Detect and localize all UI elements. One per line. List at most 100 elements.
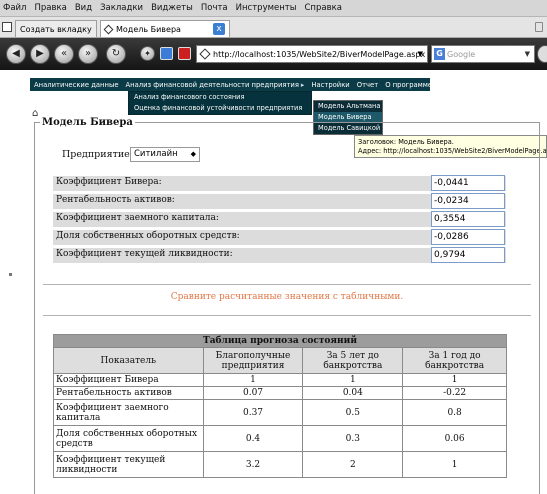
cell-1y: -0.22 [402, 386, 507, 400]
divider [43, 315, 531, 316]
bookmark-icon[interactable] [178, 47, 191, 60]
table-title: Таблица прогноза состояний [53, 334, 507, 348]
address-bar[interactable]: http://localhost:1035/WebSite2/BiverMode… [196, 45, 428, 63]
submenu-financial: Анализ финансового состояния Оценка фина… [128, 91, 312, 115]
tab-menu-icon[interactable] [2, 22, 12, 32]
coef-label: Рентабельность активов: [56, 195, 175, 205]
coef-value-input[interactable]: -0,0234 [431, 193, 505, 209]
cell-healthy: 0.4 [202, 425, 304, 452]
trash-icon[interactable] [535, 22, 543, 32]
column-header: Благополучные предприятия [202, 347, 304, 374]
coef-value-input[interactable]: -0,0441 [431, 175, 505, 191]
menu-tools[interactable]: Инструменты [236, 3, 297, 13]
compare-hint: Сравните расчитанные значения с табличны… [170, 292, 404, 302]
page-icon [103, 24, 114, 34]
coef-value-input[interactable]: -0,0286 [431, 229, 505, 245]
menu-file[interactable]: Файл [3, 3, 26, 13]
back-icon[interactable]: ◀ [6, 44, 26, 64]
forecast-table: Таблица прогноза состояний Показатель Бл… [53, 334, 507, 478]
row-name: Рентабельность активов [53, 386, 204, 400]
nav-analytics[interactable]: Аналитические данные [34, 81, 119, 89]
new-tab-button[interactable]: Создать вкладку [15, 20, 97, 37]
table-row: Коэффициент Бивера 1 1 1 [53, 373, 507, 387]
menu-help[interactable]: Справка [304, 3, 341, 13]
fast-forward-icon[interactable]: » [78, 44, 98, 64]
coef-label: Доля собственных оборотных средств: [56, 231, 240, 241]
company-value: Ситилайн [134, 149, 178, 159]
tab-biver-model[interactable]: Модель Бивера x [100, 20, 230, 37]
column-header: Показатель [53, 347, 204, 374]
home-icon[interactable]: ⌂ [32, 108, 38, 119]
reload-icon[interactable]: ↻ [106, 44, 126, 64]
divider [43, 284, 531, 285]
chevron-right-icon: ▸ [300, 80, 305, 89]
cell-1y: 0.8 [402, 399, 507, 426]
company-select[interactable]: Ситилайн ◆ [130, 147, 200, 162]
nav-settings[interactable]: Настройки [311, 81, 349, 89]
cell-5y: 0.04 [302, 386, 404, 400]
address-text: http://localhost:1035/WebSite2/BiverMode… [213, 49, 426, 59]
menu-view[interactable]: Вид [75, 3, 92, 13]
cell-5y: 2 [302, 451, 404, 478]
menu-mail[interactable]: Почта [201, 3, 228, 13]
row-name: Коэффициент Бивера [53, 373, 204, 387]
row-name: Коэффициент заемного капитала [53, 399, 204, 426]
cell-5y: 1 [302, 373, 404, 387]
menu-widgets[interactable]: Виджеты [151, 3, 193, 13]
submenu-stability[interactable]: Оценка финансовой устойчивости предприят… [129, 103, 311, 114]
coef-row-biver: Коэффициент Бивера: -0,0441 [53, 175, 506, 191]
column-header: За 1 год до банкротства [402, 347, 507, 374]
cell-5y: 0.5 [302, 399, 404, 426]
coef-row-debt: Коэффициент заемного капитала: 0,3554 [53, 211, 506, 227]
browser-menubar: Файл Правка Вид Закладки Виджеты Почта И… [0, 0, 547, 17]
table-row: Рентабельность активов 0.07 0.04 -0.22 [53, 386, 507, 400]
toolbar-extra-icon[interactable] [537, 45, 547, 63]
submenu-financial-state[interactable]: Анализ финансового состояния [129, 92, 311, 103]
table-row: Коэффициент текущей ликвидности 3.2 2 1 [53, 451, 507, 478]
search-input[interactable]: G Google ▼ [431, 45, 535, 63]
cell-healthy: 0.07 [202, 386, 304, 400]
coef-label: Коэффициент Бивера: [56, 177, 162, 187]
model-altman[interactable]: Модель Альтмана [314, 101, 382, 112]
menu-edit[interactable]: Правка [34, 3, 66, 13]
cell-healthy: 0.37 [202, 399, 304, 426]
column-header: За 5 лет до банкротства [302, 347, 404, 374]
forward-icon[interactable]: ▶ [30, 44, 50, 64]
coef-value-input[interactable]: 0,3554 [431, 211, 505, 227]
cell-1y: 1 [402, 451, 507, 478]
coef-row-working-capital: Доля собственных оборотных средств: -0,0… [53, 229, 506, 245]
rewind-icon[interactable]: « [54, 44, 74, 64]
browser-toolbar: ◀ ▶ « » ↻ ✦ http://localhost:1035/WebSit… [0, 38, 547, 70]
coef-label: Коэффициент заемного капитала: [56, 213, 219, 223]
panel-icon[interactable] [160, 47, 173, 60]
site-navigation: Аналитические данные Анализ финансовой д… [30, 78, 432, 91]
close-tab-icon[interactable]: x [213, 23, 225, 35]
search-dropdown-icon[interactable]: ▼ [525, 50, 530, 58]
row-name: Доля собственных оборотных средств [53, 425, 204, 452]
nav-financial-activity[interactable]: Анализ финансовой деятельности предприят… [126, 81, 299, 89]
google-icon: G [434, 48, 445, 60]
wand-icon[interactable]: ✦ [140, 46, 155, 61]
new-tab-label: Создать вкладку [20, 24, 92, 34]
chevron-down-icon: ◆ [190, 150, 196, 158]
nav-report[interactable]: Отчет [357, 81, 378, 89]
cell-1y: 1 [402, 373, 507, 387]
panel-legend: Модель Бивера [40, 117, 135, 128]
nav-about[interactable]: О программе [385, 81, 432, 89]
coef-value-input[interactable]: 0,9794 [431, 247, 505, 263]
site-icon [199, 48, 211, 60]
company-label: Предприятие: [62, 149, 133, 160]
menu-bookmarks[interactable]: Закладки [100, 3, 143, 13]
cell-healthy: 1 [202, 373, 304, 387]
coef-label: Коэффициент текущей ликвидности: [56, 249, 233, 259]
window-edge-mark [9, 273, 12, 276]
row-name: Коэффициент текущей ликвидности [53, 451, 204, 478]
cell-healthy: 3.2 [202, 451, 304, 478]
cell-1y: 0.06 [402, 425, 507, 452]
table-row: Доля собственных оборотных средств 0.4 0… [53, 425, 507, 452]
table-row: Коэффициент заемного капитала 0.37 0.5 0… [53, 399, 507, 426]
tab-title: Модель Бивера [116, 24, 181, 34]
address-dropdown-icon[interactable]: ▼ [418, 50, 423, 58]
cell-5y: 0.3 [302, 425, 404, 452]
search-placeholder: Google [447, 49, 476, 59]
